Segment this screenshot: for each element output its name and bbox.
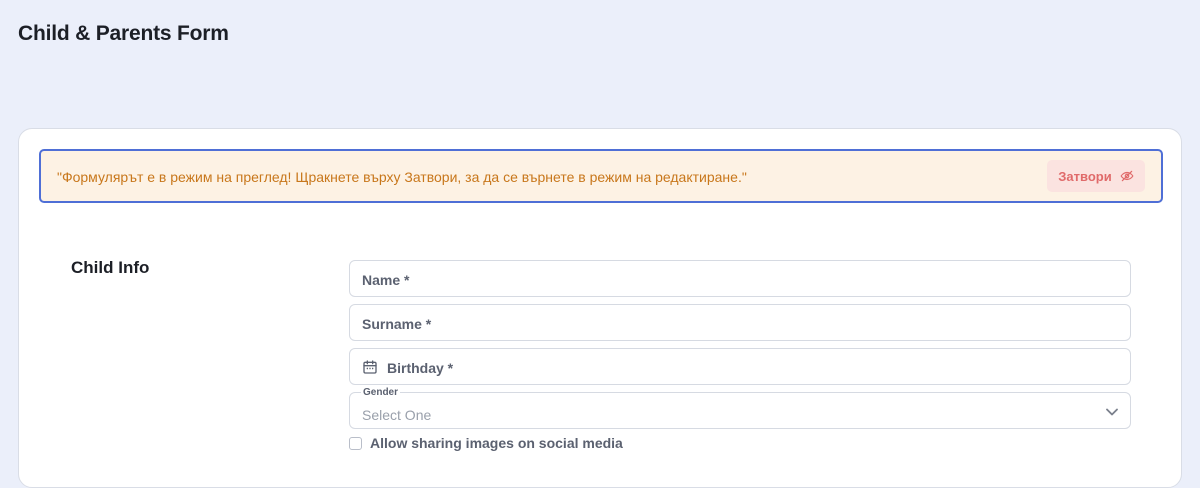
calendar-icon bbox=[363, 360, 377, 374]
gender-selected-value: Select One bbox=[362, 407, 432, 423]
section-title-child-info: Child Info bbox=[71, 258, 150, 277]
birthday-label: Birthday * bbox=[387, 360, 454, 376]
chevron-down-icon bbox=[1106, 408, 1118, 416]
name-field[interactable]: Name * bbox=[349, 260, 1131, 297]
birthday-field[interactable]: Birthday * bbox=[349, 348, 1131, 385]
gender-caption: Gender bbox=[361, 387, 401, 398]
surname-field[interactable]: Surname * bbox=[349, 304, 1131, 341]
social-media-consent-label: Allow sharing images on social media bbox=[370, 435, 623, 451]
notice-message: "Формулярът е в режим на преглед! Щракне… bbox=[57, 169, 747, 185]
surname-label: Surname * bbox=[362, 316, 432, 332]
gender-select[interactable]: Gender Select One bbox=[349, 387, 1131, 429]
close-button-label: Затвори bbox=[1058, 168, 1112, 184]
eye-off-icon bbox=[1120, 170, 1134, 182]
form-card: "Формулярът е в режим на преглед! Щракне… bbox=[18, 128, 1182, 488]
name-label: Name * bbox=[362, 272, 410, 288]
close-preview-button[interactable]: Затвори bbox=[1047, 160, 1145, 192]
preview-mode-notice: "Формулярът е в режим на преглед! Щракне… bbox=[39, 149, 1163, 203]
social-media-consent[interactable]: Allow sharing images on social media bbox=[349, 435, 623, 451]
social-media-checkbox[interactable] bbox=[349, 436, 362, 450]
page-title: Child & Parents Form bbox=[18, 22, 229, 45]
